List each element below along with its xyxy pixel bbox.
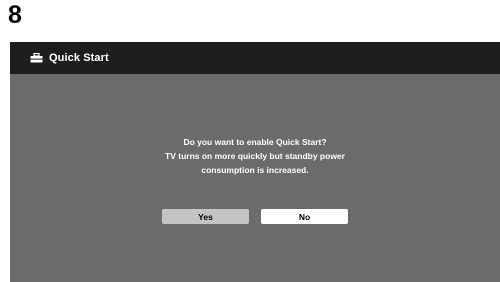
title-bar: Quick Start xyxy=(10,42,500,74)
step-number: 8 xyxy=(8,1,22,29)
yes-button[interactable]: Yes xyxy=(162,209,249,224)
dialog-line-description-cont: consumption is increased. xyxy=(201,165,309,175)
toolbox-icon xyxy=(30,52,43,63)
no-button[interactable]: No xyxy=(261,209,348,224)
tv-screen: Quick Start Do you want to enable Quick … xyxy=(10,42,500,282)
dialog-line-description: TV turns on more quickly but standby pow… xyxy=(165,151,345,161)
dialog-message: Do you want to enable Quick Start? TV tu… xyxy=(10,135,500,177)
dialog-line-question: Do you want to enable Quick Start? xyxy=(183,137,327,147)
title-text: Quick Start xyxy=(49,52,109,64)
dialog-buttons: Yes No xyxy=(10,209,500,224)
